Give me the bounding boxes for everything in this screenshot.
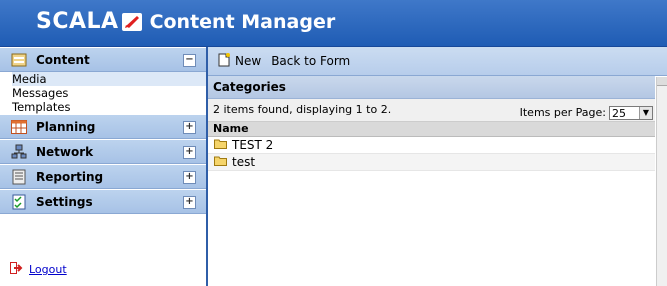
row-name[interactable]: test [232, 154, 255, 170]
logout-link[interactable]: Logout [10, 262, 67, 277]
column-header-name[interactable]: Name [208, 122, 655, 137]
items-per-page-select[interactable]: 25 ▼ [609, 106, 653, 120]
results-summary: 2 items found, displaying 1 to 2. [213, 103, 392, 116]
sidebar-section-network[interactable]: Network + [0, 139, 206, 164]
new-document-icon[interactable] [217, 52, 231, 70]
sidebar: Content − Media Messages Templates Plann… [0, 47, 208, 286]
sidebar-item-media[interactable]: Media [12, 72, 206, 86]
new-button[interactable]: New [235, 54, 261, 68]
reporting-icon [10, 169, 28, 185]
sidebar-item-messages[interactable]: Messages [12, 86, 206, 100]
collapse-toggle[interactable]: − [183, 54, 196, 67]
expand-toggle[interactable]: + [183, 171, 196, 184]
vertical-scrollbar[interactable] [656, 77, 667, 286]
logout-icon [10, 262, 23, 277]
items-per-page-label: Items per Page: [519, 106, 606, 119]
expand-toggle[interactable]: + [183, 196, 196, 209]
sidebar-section-label: Reporting [36, 169, 104, 184]
scroll-up-icon[interactable] [657, 77, 667, 86]
panel-title: Categories [208, 76, 655, 99]
main-panel: New Back to Form Categories 2 items foun… [208, 47, 667, 286]
results-info-bar: 2 items found, displaying 1 to 2. Items … [208, 99, 655, 122]
chevron-down-icon[interactable]: ▼ [639, 107, 652, 119]
sidebar-section-label: Planning [36, 119, 96, 134]
content-icon [10, 52, 28, 68]
row-name[interactable]: TEST 2 [232, 137, 273, 153]
items-per-page: Items per Page: 25 ▼ [520, 102, 653, 124]
network-icon [10, 144, 28, 160]
sidebar-section-content[interactable]: Content − [0, 47, 206, 72]
app-header: SCALA Content Manager [0, 0, 667, 47]
product-name: Content Manager [149, 10, 336, 33]
brand: SCALA Content Manager [36, 9, 335, 34]
items-per-page-value: 25 [612, 107, 626, 120]
planning-icon [10, 119, 28, 135]
toolbar: New Back to Form [208, 47, 667, 76]
sidebar-section-label: Network [36, 144, 94, 159]
sidebar-section-label: Settings [36, 194, 93, 209]
scala-logo-icon [121, 12, 142, 31]
folder-icon [214, 154, 227, 170]
folder-icon [214, 137, 227, 153]
back-to-form-button[interactable]: Back to Form [271, 54, 350, 68]
logout-label[interactable]: Logout [29, 263, 67, 276]
expand-toggle[interactable]: + [183, 121, 196, 134]
sidebar-section-planning[interactable]: Planning + [0, 114, 206, 139]
content-submenu: Media Messages Templates [0, 72, 206, 114]
settings-icon [10, 194, 28, 210]
sidebar-section-settings[interactable]: Settings + [0, 189, 206, 214]
sidebar-item-templates[interactable]: Templates [12, 100, 206, 114]
brand-name: SCALA [36, 9, 119, 34]
table-row[interactable]: test [208, 154, 655, 171]
expand-toggle[interactable]: + [183, 146, 196, 159]
sidebar-section-label: Content [36, 52, 90, 67]
sidebar-section-reporting[interactable]: Reporting + [0, 164, 206, 189]
table-row[interactable]: TEST 2 [208, 137, 655, 154]
